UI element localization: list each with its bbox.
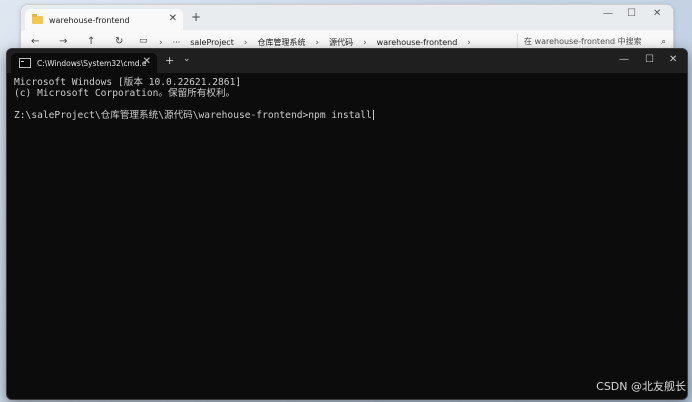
refresh-icon[interactable]: ↻ [115, 36, 123, 47]
terminal-tab[interactable]: C:\Windows\System32\cmd.e ✕ [11, 53, 157, 73]
close-icon[interactable]: ✕ [143, 56, 151, 67]
terminal-title-bar: C:\Windows\System32\cmd.e ✕ + ⌄ — ☐ ✕ [7, 49, 687, 73]
terminal-prompt-line[interactable]: Z:\saleProject\仓库管理系统\源代码\warehouse-fron… [14, 110, 687, 121]
plus-icon[interactable]: + [165, 54, 174, 67]
folder-icon [32, 14, 43, 24]
breadcrumb-item[interactable]: 源代码 [329, 37, 353, 48]
breadcrumb-item[interactable]: saleProject [190, 38, 234, 47]
chevron-right-icon: › [243, 37, 248, 48]
close-icon[interactable]: ✕ [169, 13, 177, 24]
forward-arrow-icon[interactable]: → [59, 36, 67, 47]
terminal-window: C:\Windows\System32\cmd.e ✕ + ⌄ — ☐ ✕ Mi… [6, 48, 688, 400]
breadcrumb-ellipsis[interactable]: ··· [173, 38, 181, 47]
text-cursor [372, 110, 374, 120]
chevron-right-icon: › [363, 37, 367, 48]
chevron-down-icon[interactable]: ⌄ [183, 54, 191, 64]
file-explorer-window: warehouse-frontend ✕ + — ☐ ✕ ← → ↑ ↻ ▭ ›… [20, 4, 674, 54]
breadcrumb: › ··· saleProject › 仓库管理系统 › 源代码 › wareh… [159, 37, 471, 48]
up-arrow-icon[interactable]: ↑ [87, 36, 95, 47]
minimize-icon[interactable]: — [619, 54, 629, 65]
terminal-line: (c) Microsoft Corporation。保留所有权利。 [14, 88, 236, 99]
watermark: CSDN @北友舰长 [596, 380, 686, 393]
maximize-icon[interactable]: ☐ [627, 8, 636, 19]
search-placeholder: 在 warehouse-frontend 中搜索 [524, 37, 642, 46]
explorer-tab-bar: warehouse-frontend ✕ + — ☐ ✕ [21, 5, 673, 31]
close-icon[interactable]: ✕ [669, 54, 677, 65]
explorer-tab[interactable]: warehouse-frontend ✕ [25, 9, 183, 31]
terminal-command: Z:\saleProject\仓库管理系统\源代码\warehouse-fron… [14, 110, 372, 121]
breadcrumb-item[interactable]: warehouse-frontend [377, 38, 458, 47]
explorer-tab-title: warehouse-frontend [49, 15, 130, 25]
minimize-icon[interactable]: — [603, 8, 613, 19]
chevron-right-icon: › [467, 37, 471, 48]
terminal-tab-title: C:\Windows\System32\cmd.e [37, 58, 147, 68]
monitor-icon: ▭ [139, 36, 148, 46]
cmd-icon [19, 58, 31, 68]
chevron-right-icon: › [315, 37, 320, 48]
close-icon[interactable]: ✕ [653, 8, 661, 19]
back-arrow-icon[interactable]: ← [31, 36, 39, 47]
plus-icon[interactable]: + [191, 10, 201, 24]
maximize-icon[interactable]: ☐ [645, 54, 654, 65]
terminal-line: Microsoft Windows [版本 10.0.22621.2861] [14, 77, 242, 88]
chevron-right-icon: › [159, 37, 163, 48]
breadcrumb-item[interactable]: 仓库管理系统 [257, 37, 305, 48]
terminal-output[interactable]: Microsoft Windows [版本 10.0.22621.2861] (… [7, 73, 687, 399]
